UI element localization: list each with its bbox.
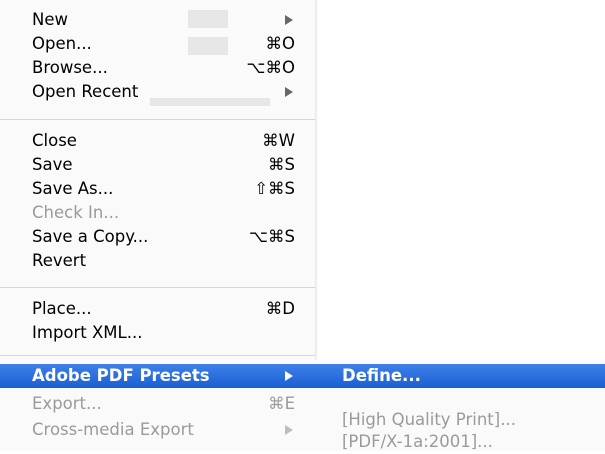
menu-item-label: Check In... <box>32 203 120 222</box>
menu-separator <box>0 287 315 288</box>
submenu-item-label: Define... <box>342 366 421 385</box>
submenu-item-define[interactable]: Define... <box>315 364 605 388</box>
menu-item-adobe-pdf-presets[interactable]: Adobe PDF Presets <box>0 364 315 388</box>
menu-item-place[interactable]: Place... ⌘D <box>0 297 315 321</box>
menu-item-new[interactable]: New <box>0 8 315 32</box>
menu-item-label: Place... <box>32 299 92 318</box>
submenu-item-high-quality-print[interactable]: [High Quality Print]... <box>315 408 605 432</box>
pdf-presets-submenu: Define... [High Quality Print]... [PDF/X… <box>315 360 605 451</box>
menu-item-label: Import XML... <box>32 323 143 342</box>
menu-item-cross-media-export: Cross-media Export <box>0 418 315 442</box>
menu-item-label: Save a Copy... <box>32 227 149 246</box>
menu-item-label: Export... <box>32 394 102 413</box>
menu-item-label: Adobe PDF Presets <box>32 366 210 385</box>
menu-item-label: New <box>32 10 68 29</box>
menu-item-shortcut: ⌘E <box>268 394 295 413</box>
menu-item-shortcut: ⌘D <box>265 299 295 318</box>
submenu-arrow-icon <box>285 15 293 25</box>
menu-item-shortcut: ⌘W <box>262 131 295 150</box>
menu-item-label: Browse... <box>32 58 108 77</box>
menu-item-shortcut: ⌘O <box>265 34 296 53</box>
menu-item-shortcut: ⇧⌘S <box>254 179 295 198</box>
menu-item-open[interactable]: Open... ⌘O <box>0 32 315 56</box>
submenu-item-label: [High Quality Print]... <box>342 410 516 429</box>
menu-item-label: Save As... <box>32 179 114 198</box>
submenu-item-label: [PDF/X-1a:2001]... <box>342 432 493 451</box>
menu-separator <box>0 355 315 356</box>
menu-item-browse[interactable]: Browse... ⌥⌘O <box>0 56 315 80</box>
submenu-arrow-icon <box>285 425 293 435</box>
menu-item-save-a-copy[interactable]: Save a Copy... ⌥⌘S <box>0 225 315 249</box>
menu-item-revert[interactable]: Revert <box>0 249 315 273</box>
file-menu: New Open... ⌘O Browse... ⌥⌘O Open Recent… <box>0 0 315 451</box>
submenu-arrow-icon <box>285 87 293 97</box>
submenu-arrow-icon <box>285 371 293 381</box>
menu-separator <box>0 119 315 120</box>
menu-item-close[interactable]: Close ⌘W <box>0 129 315 153</box>
menu-item-label: Cross-media Export <box>32 420 194 439</box>
menu-item-check-in: Check In... <box>0 201 315 225</box>
menu-item-label: Open... <box>32 34 92 53</box>
menu-item-label: Close <box>32 131 77 150</box>
menu-item-shortcut: ⌘S <box>268 155 295 174</box>
submenu-item-pdf-x-1a[interactable]: [PDF/X-1a:2001]... <box>315 430 605 454</box>
menu-item-save[interactable]: Save ⌘S <box>0 153 315 177</box>
menu-item-label: Revert <box>32 251 87 270</box>
menu-item-import-xml[interactable]: Import XML... <box>0 321 315 345</box>
menu-item-open-recent[interactable]: Open Recent <box>0 80 315 104</box>
menu-item-save-as[interactable]: Save As... ⇧⌘S <box>0 177 315 201</box>
menu-item-shortcut: ⌥⌘S <box>249 227 295 246</box>
menu-item-label: Save <box>32 155 73 174</box>
menu-item-label: Open Recent <box>32 82 139 101</box>
menu-item-export: Export... ⌘E <box>0 392 315 416</box>
menu-item-shortcut: ⌥⌘O <box>246 58 295 77</box>
